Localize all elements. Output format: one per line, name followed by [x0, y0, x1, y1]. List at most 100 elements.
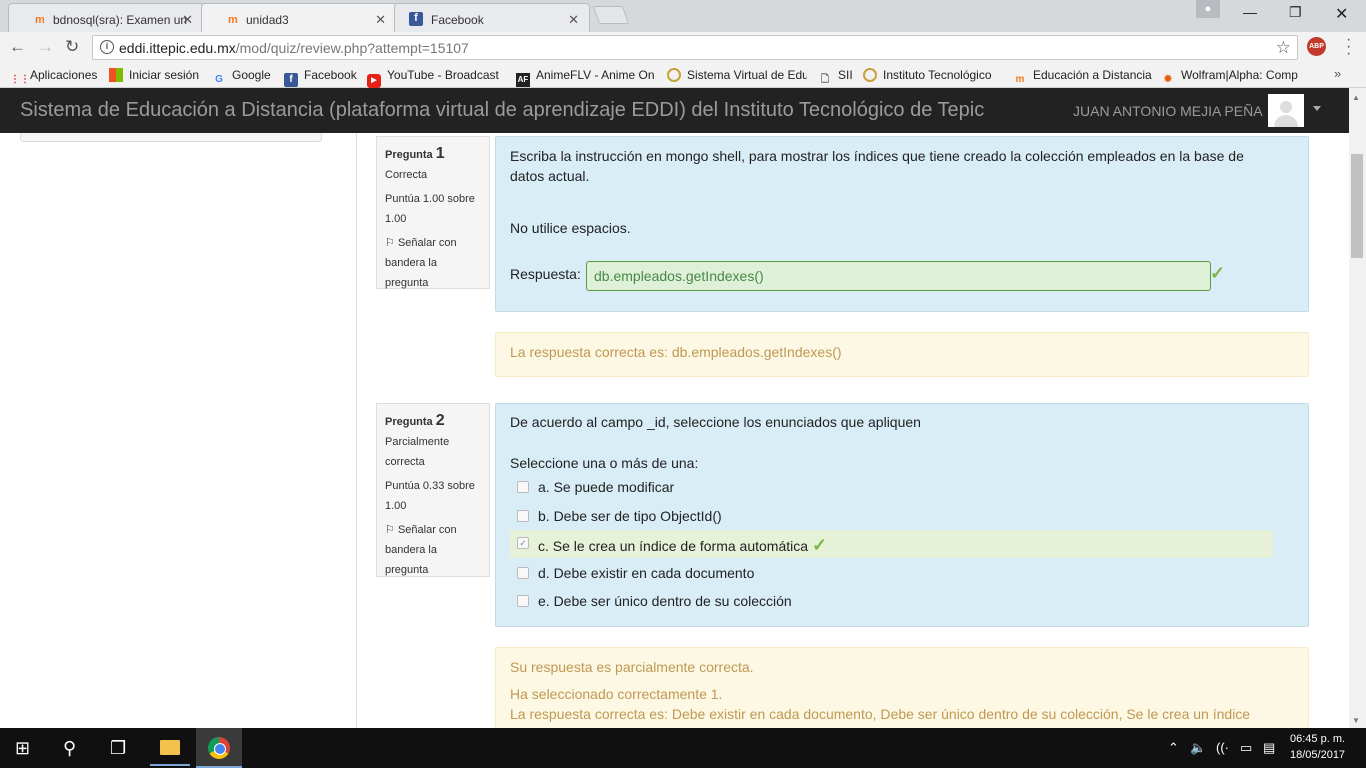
checkbox[interactable] [517, 481, 529, 493]
check-icon: ✓ [811, 535, 828, 555]
question-grade: Puntúa 0.33 sobre 1.00 [385, 480, 475, 512]
tab-bdnosql[interactable]: m bdnosql(sra): Examen un ✕ [8, 3, 204, 32]
menu-icon[interactable]: · · · [1346, 32, 1351, 62]
column-divider [356, 133, 357, 728]
windows-logo-icon [109, 68, 123, 82]
back-icon[interactable]: ← [9, 37, 26, 57]
feedback-text: Su respuesta es parcialmente correcta. [510, 659, 754, 675]
correct-answer-text: La respuesta correcta es: Debe existir e… [510, 706, 1251, 722]
battery-icon[interactable]: ▭ [1240, 740, 1252, 756]
scroll-up-icon[interactable]: ▲ [1352, 93, 1360, 102]
facebook-icon: f [284, 73, 298, 87]
tab-title: unidad3 [246, 13, 289, 27]
question-prompt: Seleccione una o más de una: [510, 455, 699, 471]
tab-unidad3[interactable]: m unidad3 ✕ [201, 3, 397, 32]
user-name[interactable]: JUAN ANTONIO MEJIA PEÑA [1073, 103, 1263, 119]
checkbox[interactable] [517, 595, 529, 607]
option-d[interactable]: d. Debe existir en cada documento [510, 560, 1273, 588]
chevron-down-icon[interactable] [1313, 106, 1321, 111]
file-explorer-icon[interactable] [160, 740, 180, 755]
animeflv-icon: AF [516, 73, 530, 87]
answer-label: Respuesta: [510, 266, 581, 282]
checkbox[interactable] [517, 510, 529, 522]
question-text: Escriba la instrucción en mongo shell, p… [510, 148, 1244, 184]
star-icon[interactable]: ☆ [1276, 38, 1291, 58]
moodle-icon: m [35, 14, 45, 26]
moodle-icon: m [228, 14, 238, 26]
bookmark-instituto[interactable]: Instituto Tecnológico [863, 68, 1001, 82]
minimize-icon[interactable]: — [1243, 4, 1257, 20]
flag-question-link[interactable]: ⚐ Señalar con bandera la pregunta [385, 520, 481, 580]
chrome-icon[interactable] [208, 737, 230, 759]
option-a[interactable]: a. Se puede modificar [510, 474, 1273, 502]
address-bar[interactable]: i eddi.ittepic.edu.mx/mod/quiz/review.ph… [92, 35, 1298, 60]
page-icon: 🗋 [820, 74, 830, 85]
scrollbar-thumb[interactable] [1351, 154, 1363, 258]
file-explorer-indicator [150, 764, 190, 766]
adblock-icon[interactable]: ABP [1307, 37, 1326, 56]
question-1-info: Pregunta 1 Correcta Puntúa 1.00 sobre 1.0… [376, 136, 490, 289]
apps-icon: ⋮⋮ [10, 74, 30, 85]
flag-icon: ⚐ [385, 237, 395, 249]
volume-icon[interactable]: 🔈 [1190, 740, 1206, 756]
clock[interactable]: 06:45 p. m. 18/05/2017 [1290, 731, 1345, 763]
question-number: Pregunta 1 [385, 145, 445, 162]
question-2-content: De acuerdo al campo _id, seleccione los … [495, 403, 1309, 627]
url-host: eddi.ittepic.edu.mx [119, 40, 236, 56]
more-bookmarks-icon[interactable]: » [1334, 66, 1341, 81]
scroll-down-icon[interactable]: ▼ [1352, 716, 1360, 725]
bookmarks-bar: ⋮⋮Aplicaciones Iniciar sesión G Google fF… [0, 62, 1366, 88]
close-icon[interactable]: ✕ [568, 12, 579, 28]
option-c[interactable]: ✓ c. Se le crea un índice de forma autom… [510, 530, 1273, 558]
forward-icon[interactable]: → [37, 37, 54, 57]
notifications-icon[interactable]: ▤ [1263, 740, 1275, 756]
close-icon[interactable]: ✕ [182, 12, 193, 28]
question-text: De acuerdo al campo _id, seleccione los … [510, 414, 921, 430]
restore-icon[interactable]: ❐ [1289, 4, 1302, 21]
tab-facebook[interactable]: f Facebook ✕ [394, 3, 590, 32]
info-icon[interactable]: i [100, 40, 114, 54]
question-grade: Puntúa 1.00 sobre 1.00 [385, 193, 475, 225]
correct-answer-text: La respuesta correcta es: db.empleados.g… [510, 344, 842, 360]
close-icon[interactable]: ✕ [375, 12, 386, 28]
google-icon: G [215, 74, 223, 85]
taskbar: ⊞ ⚲ ❐ ⌃ 🔈 ((· ▭ ▤ 06:45 p. m. 18/05/2017 [0, 728, 1366, 768]
chevron-up-icon[interactable]: ⌃ [1168, 740, 1179, 756]
answer-field[interactable]: db.empleados.getIndexes() [586, 261, 1211, 291]
question-number: Pregunta 2 [385, 412, 445, 429]
bookmark-login[interactable]: Iniciar sesión [109, 68, 199, 82]
left-block [20, 133, 322, 142]
bookmark-youtube[interactable]: ▶ YouTube - Broadcast [367, 68, 503, 88]
windows-start-icon[interactable]: ⊞ [15, 738, 30, 759]
search-icon[interactable]: ⚲ [63, 738, 76, 759]
bookmark-facebook[interactable]: f Facebook [284, 68, 357, 87]
bookmark-google[interactable]: G Google [212, 68, 271, 87]
bookmark-sii[interactable]: 🗋 SII [818, 68, 853, 87]
checkbox[interactable] [517, 567, 529, 579]
profile-icon[interactable]: ● [1196, 0, 1220, 18]
option-e[interactable]: e. Debe ser único dentro de su colección [510, 588, 1273, 616]
question-1-content: Escriba la instrucción en mongo shell, p… [495, 136, 1309, 312]
flag-icon: ⚐ [385, 524, 395, 536]
option-b[interactable]: b. Debe ser de tipo ObjectId() [510, 503, 1273, 531]
checkbox[interactable]: ✓ [517, 537, 529, 549]
bookmark-apps[interactable]: ⋮⋮Aplicaciones [10, 68, 97, 87]
bookmark-wolfram[interactable]: ✹ Wolfram|Alpha: Comp [1161, 68, 1301, 87]
browser-toolbar: ← → ↻ i eddi.ittepic.edu.mx/mod/quiz/rev… [0, 32, 1366, 62]
feedback-text: Ha seleccionado correctamente 1. [510, 686, 723, 702]
site-title[interactable]: Sistema de Educación a Distancia (plataf… [20, 99, 984, 122]
close-window-icon[interactable]: ✕ [1335, 4, 1348, 24]
bookmark-animeflv[interactable]: AF AnimeFLV - Anime On [516, 68, 654, 87]
facebook-icon: f [409, 12, 423, 26]
new-tab-button[interactable] [592, 6, 630, 24]
tab-title: Facebook [431, 13, 484, 27]
flag-question-link[interactable]: ⚐ Señalar con bandera la pregunta [385, 233, 481, 293]
bookmark-sistema-virtual[interactable]: Sistema Virtual de Edu [667, 68, 807, 82]
moodle-icon: m [1015, 74, 1025, 85]
task-view-icon[interactable]: ❐ [110, 738, 126, 759]
wifi-icon[interactable]: ((· [1216, 740, 1229, 755]
check-icon: ✓ [1210, 263, 1226, 283]
reload-icon[interactable]: ↻ [65, 37, 79, 57]
bookmark-educacion[interactable]: m Educación a Distancia [1013, 68, 1152, 87]
avatar[interactable] [1268, 94, 1304, 127]
